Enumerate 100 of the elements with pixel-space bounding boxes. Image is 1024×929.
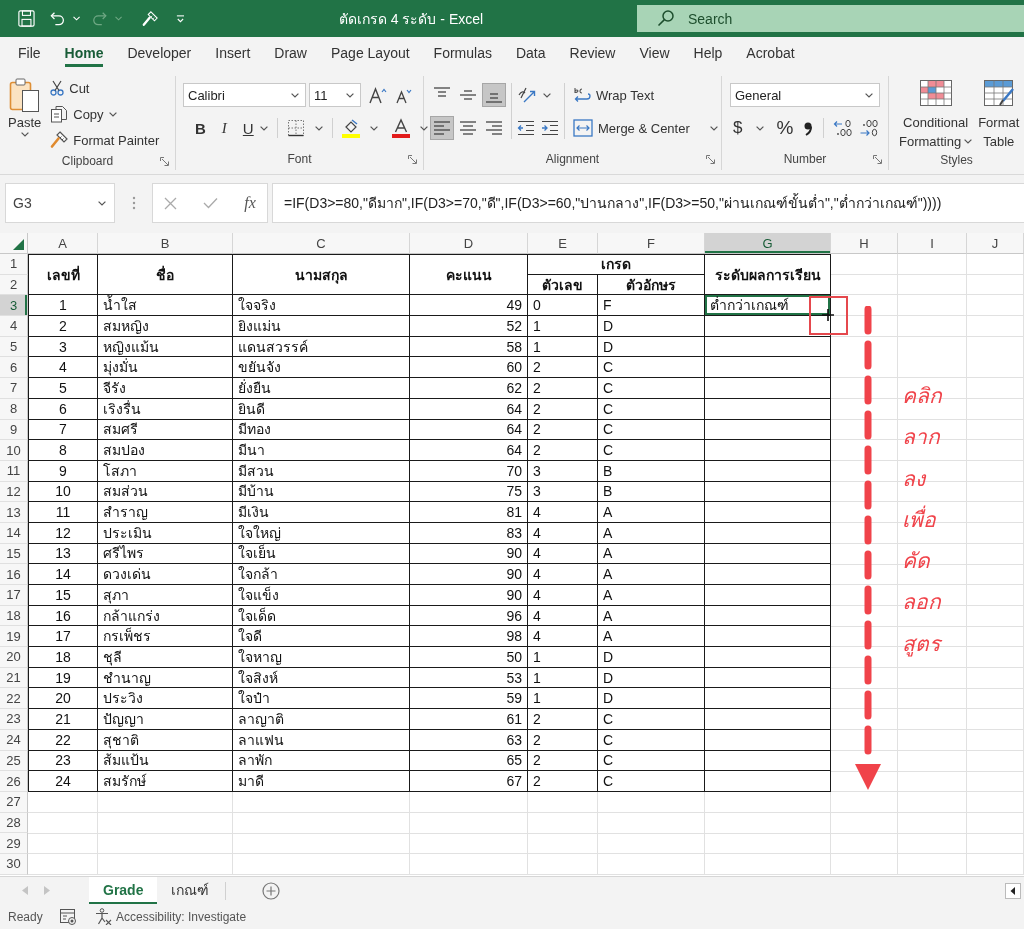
format-painter-button[interactable]: Format Painter: [47, 128, 163, 152]
row-header[interactable]: 9: [0, 419, 28, 441]
bold-button[interactable]: B: [191, 116, 210, 140]
row-header[interactable]: 6: [0, 357, 28, 379]
column-header[interactable]: H: [831, 233, 898, 254]
font-name-field[interactable]: Calibri: [183, 83, 306, 107]
row-header[interactable]: 29: [0, 833, 28, 854]
plus-icon[interactable]: [262, 881, 281, 900]
font-size-field[interactable]: 11: [309, 83, 361, 107]
ribbon-tab[interactable]: Insert: [215, 37, 251, 67]
check-icon[interactable]: [203, 197, 218, 209]
ribbon-tab[interactable]: Data: [515, 37, 546, 67]
accessibility-button[interactable]: Accessibility: Investigate: [95, 908, 247, 925]
ribbon-tab[interactable]: View: [639, 37, 670, 67]
ribbon-tab[interactable]: File: [18, 37, 41, 67]
column-header[interactable]: F: [598, 233, 705, 254]
row-header[interactable]: 26: [0, 771, 28, 792]
table-cell: ศรีไพร: [98, 543, 233, 565]
borders-icon[interactable]: [286, 119, 305, 137]
ribbon-tab[interactable]: Help: [693, 37, 723, 67]
ribbon-tab[interactable]: Page Layout: [331, 37, 410, 67]
font-color-icon[interactable]: [391, 118, 410, 138]
row-header[interactable]: 11: [0, 460, 28, 482]
number-format-field[interactable]: General: [730, 83, 880, 107]
row-header[interactable]: 12: [0, 481, 28, 503]
conditional-formatting-button[interactable]: Conditional Formatting: [897, 80, 975, 150]
percent-button[interactable]: %: [773, 116, 797, 140]
column-header[interactable]: I: [898, 233, 967, 254]
customize-dropdown-icon[interactable]: [176, 13, 185, 24]
row-header[interactable]: 2: [0, 274, 28, 296]
dialog-launcher-icon: [160, 156, 169, 166]
align-bottom-button[interactable]: [482, 83, 506, 107]
align-left-button[interactable]: [430, 116, 454, 140]
sheet-tab[interactable]: เกณฑ์: [157, 877, 224, 904]
column-header[interactable]: D: [410, 233, 528, 254]
copy-button[interactable]: Copy: [47, 102, 163, 126]
row-header[interactable]: 17: [0, 585, 28, 606]
ribbon-tab[interactable]: Home: [64, 37, 104, 67]
macro-record-icon[interactable]: [60, 908, 77, 925]
paste-button[interactable]: Paste: [6, 76, 44, 137]
scroll-left-icon[interactable]: [1005, 882, 1021, 899]
column-header[interactable]: G: [705, 233, 831, 254]
row-header[interactable]: 21: [0, 667, 28, 689]
row-header[interactable]: 22: [0, 688, 28, 710]
name-box[interactable]: G3: [5, 183, 115, 223]
comma-style-icon[interactable]: [802, 120, 815, 136]
column-header[interactable]: C: [233, 233, 410, 254]
ribbon-tab[interactable]: Formulas: [433, 37, 492, 67]
row-header[interactable]: 30: [0, 853, 28, 875]
row-header[interactable]: 25: [0, 750, 28, 772]
italic-button[interactable]: I: [217, 116, 231, 140]
ribbon-tab[interactable]: Review: [569, 37, 616, 67]
format-as-table-button[interactable]: Format Table: [976, 80, 1022, 150]
row-header[interactable]: 18: [0, 605, 28, 627]
row-header[interactable]: 27: [0, 791, 28, 813]
cut-button[interactable]: Cut: [47, 76, 163, 100]
row-header[interactable]: 3: [0, 295, 28, 317]
undo-icon[interactable]: [49, 10, 66, 27]
row-header[interactable]: 28: [0, 812, 28, 834]
ribbon-tab[interactable]: Acrobat: [746, 37, 795, 67]
sheet-tab[interactable]: Grade: [89, 877, 158, 904]
row-header[interactable]: 5: [0, 336, 28, 358]
row-header[interactable]: 16: [0, 564, 28, 585]
ribbon-tab[interactable]: Developer: [127, 37, 192, 67]
currency-button[interactable]: $: [730, 116, 768, 140]
row-header[interactable]: 4: [0, 316, 28, 337]
table-cell: สมส่วน: [98, 481, 233, 503]
row-header[interactable]: 15: [0, 543, 28, 565]
insert-function-button[interactable]: fx: [241, 194, 259, 212]
save-icon[interactable]: [18, 9, 35, 28]
increase-decimal-icon[interactable]: [833, 119, 854, 137]
decrease-decimal-icon[interactable]: [859, 119, 880, 137]
row-header[interactable]: 20: [0, 647, 28, 668]
column-header[interactable]: J: [967, 233, 1024, 254]
row-header[interactable]: 24: [0, 729, 28, 751]
row-header[interactable]: 10: [0, 440, 28, 461]
row-header[interactable]: 19: [0, 626, 28, 648]
grow-font-icon[interactable]: [368, 86, 388, 104]
paintbrush-icon[interactable]: [142, 9, 159, 28]
row-header[interactable]: 1: [0, 254, 28, 275]
search-field[interactable]: Search: [637, 5, 1024, 32]
column-header[interactable]: E: [528, 233, 598, 254]
column-header[interactable]: B: [98, 233, 233, 254]
row-header[interactable]: 7: [0, 378, 28, 399]
fill-bucket-icon[interactable]: [341, 118, 360, 138]
increase-indent-icon[interactable]: [541, 120, 559, 136]
orientation-icon[interactable]: [517, 86, 537, 104]
wrap-text-button[interactable]: Wrap Text: [570, 83, 721, 107]
column-header[interactable]: A: [28, 233, 98, 254]
table-cell: สุภา: [98, 585, 233, 606]
row-header[interactable]: 23: [0, 709, 28, 730]
merge-center-button[interactable]: Merge & Center: [570, 116, 721, 140]
row-header[interactable]: 8: [0, 398, 28, 420]
select-all-button[interactable]: [0, 233, 28, 254]
ribbon-tab[interactable]: Draw: [274, 37, 307, 67]
formula-field[interactable]: =IF(D3>=80,"ดีมาก",IF(D3>=70,"ดี",IF(D3>=60,"ปานกลาง",IF(D3>=50,"ผ่านเกณฑ์ขั้นต่ำ","ต่ำกว่าเกณฑ์")))): [272, 183, 1024, 223]
underline-button[interactable]: U: [238, 116, 258, 140]
row-header[interactable]: 13: [0, 502, 28, 523]
row-header[interactable]: 14: [0, 522, 28, 544]
decrease-indent-icon[interactable]: [517, 120, 535, 136]
